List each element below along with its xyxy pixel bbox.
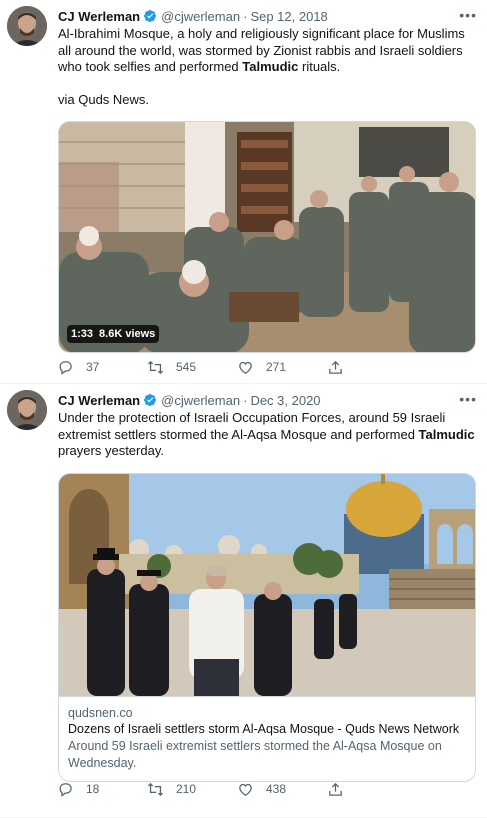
reply-count: 18 xyxy=(86,782,100,796)
tweet-text-bold: Talmudic xyxy=(418,426,475,442)
share-button[interactable] xyxy=(327,781,417,798)
tweet-text-bold: Talmudic xyxy=(242,59,299,74)
link-card-title: Dozens of Israeli settlers storm Al-Aqsa… xyxy=(68,721,460,736)
separator-dot: · xyxy=(243,8,248,24)
link-card[interactable]: qudsnen.co Dozens of Israeli settlers st… xyxy=(58,472,476,782)
avatar[interactable] xyxy=(7,6,47,46)
link-card-domain: qudsnen.co xyxy=(68,705,133,720)
tweet-text-paragraph: via Quds News. xyxy=(58,91,150,107)
author-name[interactable]: CJ Werleman xyxy=(58,393,140,408)
retweet-button[interactable]: 210 xyxy=(147,781,237,798)
reply-button[interactable]: 18 xyxy=(57,781,147,798)
like-icon xyxy=(239,361,252,374)
video-player[interactable]: 1:33 8.6K views xyxy=(58,121,476,353)
tweet-text: Under the protection of Israeli Occupati… xyxy=(58,410,475,460)
retweet-button[interactable]: 545 xyxy=(147,359,237,376)
tweet-1[interactable]: CJ Werleman @cjwerleman · Sep 12, 2018 •… xyxy=(0,0,487,384)
like-count: 271 xyxy=(266,360,287,374)
more-icon[interactable]: ••• xyxy=(459,391,477,407)
share-button[interactable] xyxy=(327,359,417,376)
video-duration: 1:33 xyxy=(71,328,94,340)
reply-button[interactable]: 37 xyxy=(57,359,147,376)
tweet-header: CJ Werleman @cjwerleman · Dec 3, 2020 xyxy=(58,392,475,408)
verified-badge-icon xyxy=(143,393,157,407)
reply-icon xyxy=(59,360,72,375)
avatar[interactable] xyxy=(7,390,47,430)
video-thumbnail xyxy=(59,122,475,352)
reply-count: 37 xyxy=(86,360,100,374)
tweet-text-part: Under the protection of Israeli Occupati… xyxy=(58,410,446,442)
like-button[interactable]: 271 xyxy=(237,359,327,376)
video-views: 8.6K views xyxy=(99,328,156,340)
like-button[interactable]: 438 xyxy=(237,781,327,798)
author-name[interactable]: CJ Werleman xyxy=(58,9,140,24)
tweet-text-part: rituals. xyxy=(298,59,341,74)
tweet-text-part: prayers yesterday. xyxy=(58,443,164,458)
author-handle[interactable]: @cjwerleman xyxy=(161,393,240,408)
like-count: 438 xyxy=(266,782,287,796)
like-icon xyxy=(239,783,252,796)
retweet-count: 545 xyxy=(176,360,197,374)
tweet-date[interactable]: Sep 12, 2018 xyxy=(250,9,327,24)
tweet-text: Al-Ibrahimi Mosque, a holy and religious… xyxy=(58,26,475,108)
reply-icon xyxy=(59,782,72,797)
more-icon[interactable]: ••• xyxy=(459,7,477,23)
tweet-2[interactable]: CJ Werleman @cjwerleman · Dec 3, 2020 ••… xyxy=(0,384,487,818)
video-stats-badge: 1:33 8.6K views xyxy=(67,325,160,343)
share-icon xyxy=(329,360,342,374)
author-handle[interactable]: @cjwerleman xyxy=(161,9,240,24)
tweet-actions: 37 545 271 xyxy=(57,357,417,377)
link-card-image xyxy=(59,473,475,696)
link-card-description: Around 59 Israeli extremist settlers sto… xyxy=(68,738,442,770)
separator-dot: · xyxy=(243,392,248,408)
tweet-actions: 18 210 438 xyxy=(57,779,417,799)
retweet-count: 210 xyxy=(176,782,197,796)
verified-badge-icon xyxy=(143,9,157,23)
tweet-header: CJ Werleman @cjwerleman · Sep 12, 2018 xyxy=(58,8,475,24)
retweet-icon xyxy=(147,782,164,796)
tweet-date[interactable]: Dec 3, 2020 xyxy=(250,393,320,408)
share-icon xyxy=(329,782,342,796)
retweet-icon xyxy=(147,360,164,374)
link-card-body: qudsnen.co Dozens of Israeli settlers st… xyxy=(59,695,475,781)
